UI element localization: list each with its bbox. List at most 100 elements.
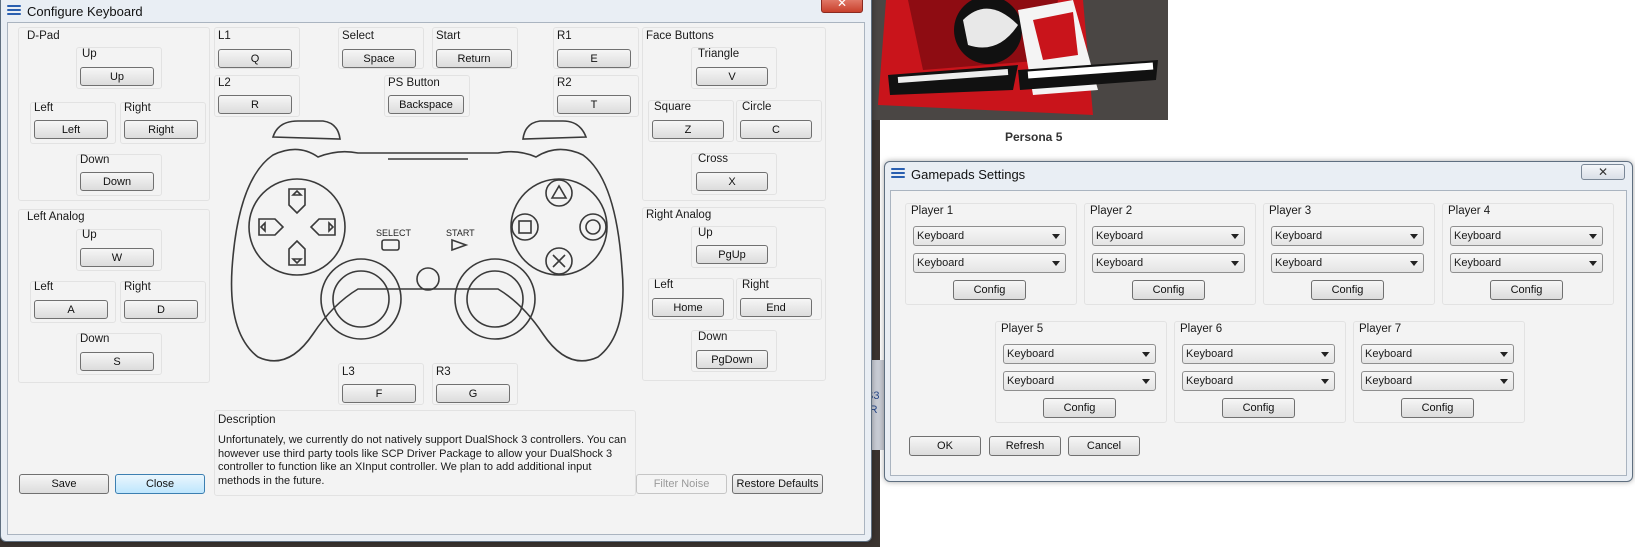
chevron-down-icon xyxy=(1321,379,1329,384)
player-1-label: Player 1 xyxy=(911,205,954,217)
left-analog-left-button[interactable]: A xyxy=(34,300,108,319)
player-5-config-button[interactable]: Config xyxy=(1043,398,1116,418)
r3-button[interactable]: G xyxy=(436,384,510,403)
circle-button[interactable]: C xyxy=(740,120,812,139)
cross-label: Cross xyxy=(698,153,729,165)
l3-button[interactable]: F xyxy=(342,384,416,403)
left-analog-up-button[interactable]: W xyxy=(80,248,154,267)
close-icon[interactable]: ✕ xyxy=(1581,164,1625,180)
player-1-config-button[interactable]: Config xyxy=(953,280,1026,300)
square-label: Square xyxy=(654,101,692,113)
ps-button[interactable]: Backspace xyxy=(388,95,464,114)
dpad-down-button[interactable]: Down xyxy=(80,172,154,191)
player-4-handler-value: Keyboard xyxy=(1454,230,1502,242)
window-title: Configure Keyboard xyxy=(27,4,143,19)
player-1-profile-select[interactable]: Keyboard xyxy=(913,253,1066,273)
right-analog-down-button[interactable]: PgDown xyxy=(696,350,768,369)
cancel-button[interactable]: Cancel xyxy=(1068,436,1140,456)
player-5-profile-value: Keyboard xyxy=(1007,375,1055,387)
l2-button[interactable]: R xyxy=(218,95,292,114)
player-5-handler-value: Keyboard xyxy=(1007,348,1055,360)
refresh-button[interactable]: Refresh xyxy=(989,436,1061,456)
player-7-handler-value: Keyboard xyxy=(1365,348,1413,360)
player-3-handler-select[interactable]: Keyboard xyxy=(1271,226,1424,246)
chevron-down-icon xyxy=(1231,261,1239,266)
dpad-up-button[interactable]: Up xyxy=(80,67,154,86)
left-analog-right-label: Right xyxy=(124,281,151,293)
select-label: Select xyxy=(342,30,374,42)
player-4-handler-select[interactable]: Keyboard xyxy=(1450,226,1603,246)
right-analog-group-label: Right Analog xyxy=(646,209,712,221)
player-4-profile-select[interactable]: Keyboard xyxy=(1450,253,1603,273)
player-6-handler-value: Keyboard xyxy=(1186,348,1234,360)
player-7-config-button[interactable]: Config xyxy=(1401,398,1474,418)
right-analog-up-label: Up xyxy=(698,227,713,239)
triangle-button[interactable]: V xyxy=(696,67,768,86)
controller-select-text: SELECT xyxy=(376,228,412,238)
player-5-profile-select[interactable]: Keyboard xyxy=(1003,371,1156,391)
r1-button[interactable]: E xyxy=(557,49,631,68)
left-analog-down-button[interactable]: S xyxy=(80,352,154,371)
close-icon[interactable]: ✕ xyxy=(821,0,863,13)
left-analog-right-button[interactable]: D xyxy=(124,300,198,319)
start-label: Start xyxy=(436,30,461,42)
player-4-config-button[interactable]: Config xyxy=(1490,280,1563,300)
player-6-profile-select[interactable]: Keyboard xyxy=(1182,371,1335,391)
chevron-down-icon xyxy=(1410,234,1418,239)
player-4-label: Player 4 xyxy=(1448,205,1491,217)
game-artwork[interactable] xyxy=(868,0,1168,120)
keyboard-client-area: D-Pad Up Up Left Left Right Right Down D… xyxy=(7,22,865,535)
app-icon xyxy=(7,5,21,17)
player-5-handler-select[interactable]: Keyboard xyxy=(1003,344,1156,364)
start-button[interactable]: Return xyxy=(436,49,512,68)
player-2-config-button[interactable]: Config xyxy=(1132,280,1205,300)
gamepads-client-area: Player 1 Keyboard Keyboard Config Player… xyxy=(890,190,1627,476)
dpad-group-label: D-Pad xyxy=(27,30,60,42)
dpad-left-button[interactable]: Left xyxy=(34,120,108,139)
filter-noise-button[interactable]: Filter Noise xyxy=(636,474,727,494)
ok-button[interactable]: OK xyxy=(909,436,981,456)
dpad-right-button[interactable]: Right xyxy=(124,120,198,139)
player-6-profile-value: Keyboard xyxy=(1186,375,1234,387)
player-6-config-button[interactable]: Config xyxy=(1222,398,1295,418)
player-3-config-button[interactable]: Config xyxy=(1311,280,1384,300)
l1-button[interactable]: Q xyxy=(218,49,292,68)
chevron-down-icon xyxy=(1052,261,1060,266)
save-button[interactable]: Save xyxy=(19,474,109,494)
dpad-left-label: Left xyxy=(34,102,54,114)
right-analog-right-label: Right xyxy=(742,279,769,291)
right-analog-left-label: Left xyxy=(654,279,674,291)
right-analog-right-button[interactable]: End xyxy=(740,298,812,317)
player-6-handler-select[interactable]: Keyboard xyxy=(1182,344,1335,364)
chevron-down-icon xyxy=(1410,261,1418,266)
square-button[interactable]: Z xyxy=(652,120,724,139)
title-bar: Gamepads Settings ✕ xyxy=(885,162,1632,184)
app-icon xyxy=(891,168,905,180)
controller-diagram: SELECT START xyxy=(230,120,624,362)
right-analog-left-button[interactable]: Home xyxy=(652,298,724,317)
right-analog-up-button[interactable]: PgUp xyxy=(696,245,768,264)
r3-label: R3 xyxy=(436,366,451,378)
description-label: Description xyxy=(218,414,276,426)
r2-label: R2 xyxy=(557,77,572,89)
controller-start-text: START xyxy=(446,228,475,238)
restore-defaults-button[interactable]: Restore Defaults xyxy=(732,474,823,494)
player-3-profile-select[interactable]: Keyboard xyxy=(1271,253,1424,273)
player-1-handler-select[interactable]: Keyboard xyxy=(913,226,1066,246)
chevron-down-icon xyxy=(1142,379,1150,384)
player-7-profile-select[interactable]: Keyboard xyxy=(1361,371,1514,391)
player-2-handler-select[interactable]: Keyboard xyxy=(1092,226,1245,246)
player-7-handler-select[interactable]: Keyboard xyxy=(1361,344,1514,364)
select-button[interactable]: Space xyxy=(342,49,416,68)
persona-logo xyxy=(868,0,1168,120)
chevron-down-icon xyxy=(1589,261,1597,266)
player-5-label: Player 5 xyxy=(1001,323,1044,335)
left-analog-group-label: Left Analog xyxy=(27,211,85,223)
r2-button[interactable]: T xyxy=(557,95,631,114)
right-analog-down-label: Down xyxy=(698,331,728,343)
l2-label: L2 xyxy=(218,77,231,89)
close-button[interactable]: Close xyxy=(115,474,205,494)
cross-button[interactable]: X xyxy=(696,172,768,191)
player-2-profile-select[interactable]: Keyboard xyxy=(1092,253,1245,273)
title-bar: Configure Keyboard ✕ xyxy=(1,0,871,23)
